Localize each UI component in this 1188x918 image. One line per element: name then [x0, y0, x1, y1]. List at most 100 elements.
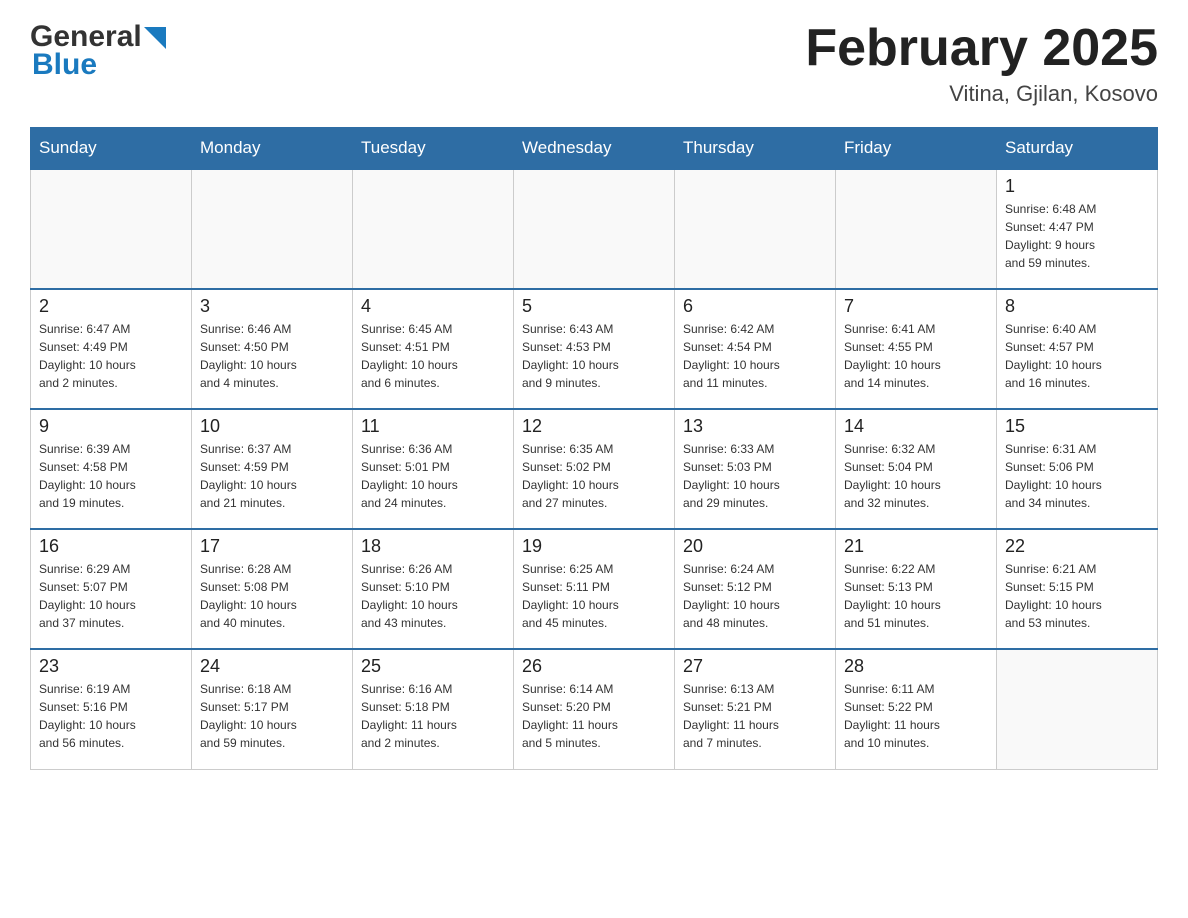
day-number: 19	[522, 536, 666, 557]
day-number: 26	[522, 656, 666, 677]
day-number: 18	[361, 536, 505, 557]
day-info: Sunrise: 6:32 AM Sunset: 5:04 PM Dayligh…	[844, 440, 988, 512]
table-row: 17 Sunrise: 6:28 AM Sunset: 5:08 PM Dayli…	[192, 529, 353, 649]
day-number: 8	[1005, 296, 1149, 317]
table-row	[192, 169, 353, 289]
day-number: 14	[844, 416, 988, 437]
day-info: Sunrise: 6:21 AM Sunset: 5:15 PM Dayligh…	[1005, 560, 1149, 632]
table-row: 14 Sunrise: 6:32 AM Sunset: 5:04 PM Dayli…	[836, 409, 997, 529]
day-info: Sunrise: 6:43 AM Sunset: 4:53 PM Dayligh…	[522, 320, 666, 392]
table-row: 9 Sunrise: 6:39 AM Sunset: 4:58 PM Daylig…	[31, 409, 192, 529]
col-sunday: Sunday	[31, 128, 192, 170]
table-row: 21 Sunrise: 6:22 AM Sunset: 5:13 PM Dayli…	[836, 529, 997, 649]
day-number: 9	[39, 416, 183, 437]
day-info: Sunrise: 6:39 AM Sunset: 4:58 PM Dayligh…	[39, 440, 183, 512]
col-tuesday: Tuesday	[353, 128, 514, 170]
page-header: General Blue February 2025 Vitina, Gjila…	[30, 20, 1158, 107]
col-monday: Monday	[192, 128, 353, 170]
logo: General Blue	[30, 20, 166, 82]
day-number: 13	[683, 416, 827, 437]
table-row: 5 Sunrise: 6:43 AM Sunset: 4:53 PM Daylig…	[514, 289, 675, 409]
table-row: 22 Sunrise: 6:21 AM Sunset: 5:15 PM Dayli…	[997, 529, 1158, 649]
table-row	[997, 649, 1158, 769]
day-number: 5	[522, 296, 666, 317]
table-row: 13 Sunrise: 6:33 AM Sunset: 5:03 PM Dayli…	[675, 409, 836, 529]
day-info: Sunrise: 6:19 AM Sunset: 5:16 PM Dayligh…	[39, 680, 183, 752]
day-number: 4	[361, 296, 505, 317]
day-number: 6	[683, 296, 827, 317]
table-row	[353, 169, 514, 289]
day-info: Sunrise: 6:14 AM Sunset: 5:20 PM Dayligh…	[522, 680, 666, 752]
day-number: 15	[1005, 416, 1149, 437]
table-row: 12 Sunrise: 6:35 AM Sunset: 5:02 PM Dayli…	[514, 409, 675, 529]
day-number: 22	[1005, 536, 1149, 557]
table-row: 19 Sunrise: 6:25 AM Sunset: 5:11 PM Dayli…	[514, 529, 675, 649]
day-info: Sunrise: 6:41 AM Sunset: 4:55 PM Dayligh…	[844, 320, 988, 392]
day-info: Sunrise: 6:29 AM Sunset: 5:07 PM Dayligh…	[39, 560, 183, 632]
col-friday: Friday	[836, 128, 997, 170]
calendar-week-row: 1Sunrise: 6:48 AM Sunset: 4:47 PM Daylig…	[31, 169, 1158, 289]
day-number: 25	[361, 656, 505, 677]
day-info: Sunrise: 6:42 AM Sunset: 4:54 PM Dayligh…	[683, 320, 827, 392]
day-number: 23	[39, 656, 183, 677]
day-number: 17	[200, 536, 344, 557]
day-info: Sunrise: 6:24 AM Sunset: 5:12 PM Dayligh…	[683, 560, 827, 632]
day-info: Sunrise: 6:35 AM Sunset: 5:02 PM Dayligh…	[522, 440, 666, 512]
table-row: 27Sunrise: 6:13 AM Sunset: 5:21 PM Dayli…	[675, 649, 836, 769]
day-info: Sunrise: 6:33 AM Sunset: 5:03 PM Dayligh…	[683, 440, 827, 512]
logo-triangle-icon	[144, 27, 166, 49]
table-row	[836, 169, 997, 289]
day-number: 2	[39, 296, 183, 317]
calendar-table: Sunday Monday Tuesday Wednesday Thursday…	[30, 127, 1158, 770]
table-row: 18 Sunrise: 6:26 AM Sunset: 5:10 PM Dayli…	[353, 529, 514, 649]
day-number: 11	[361, 416, 505, 437]
day-number: 20	[683, 536, 827, 557]
table-row: 23 Sunrise: 6:19 AM Sunset: 5:16 PM Dayli…	[31, 649, 192, 769]
day-info: Sunrise: 6:16 AM Sunset: 5:18 PM Dayligh…	[361, 680, 505, 752]
table-row	[675, 169, 836, 289]
calendar-week-row: 16 Sunrise: 6:29 AM Sunset: 5:07 PM Dayli…	[31, 529, 1158, 649]
calendar-week-row: 9 Sunrise: 6:39 AM Sunset: 4:58 PM Daylig…	[31, 409, 1158, 529]
day-info: Sunrise: 6:26 AM Sunset: 5:10 PM Dayligh…	[361, 560, 505, 632]
table-row: 16 Sunrise: 6:29 AM Sunset: 5:07 PM Dayli…	[31, 529, 192, 649]
table-row: 15Sunrise: 6:31 AM Sunset: 5:06 PM Dayli…	[997, 409, 1158, 529]
day-number: 12	[522, 416, 666, 437]
table-row: 10 Sunrise: 6:37 AM Sunset: 4:59 PM Dayli…	[192, 409, 353, 529]
day-info: Sunrise: 6:28 AM Sunset: 5:08 PM Dayligh…	[200, 560, 344, 632]
table-row: 3Sunrise: 6:46 AM Sunset: 4:50 PM Daylig…	[192, 289, 353, 409]
day-number: 28	[844, 656, 988, 677]
day-number: 7	[844, 296, 988, 317]
table-row: 24 Sunrise: 6:18 AM Sunset: 5:17 PM Dayli…	[192, 649, 353, 769]
day-info: Sunrise: 6:48 AM Sunset: 4:47 PM Dayligh…	[1005, 200, 1149, 272]
table-row: 25 Sunrise: 6:16 AM Sunset: 5:18 PM Dayli…	[353, 649, 514, 769]
location-title: Vitina, Gjilan, Kosovo	[805, 81, 1158, 107]
day-info: Sunrise: 6:37 AM Sunset: 4:59 PM Dayligh…	[200, 440, 344, 512]
day-info: Sunrise: 6:13 AM Sunset: 5:21 PM Dayligh…	[683, 680, 827, 752]
day-info: Sunrise: 6:45 AM Sunset: 4:51 PM Dayligh…	[361, 320, 505, 392]
day-number: 21	[844, 536, 988, 557]
col-wednesday: Wednesday	[514, 128, 675, 170]
day-info: Sunrise: 6:47 AM Sunset: 4:49 PM Dayligh…	[39, 320, 183, 392]
table-row: 28 Sunrise: 6:11 AM Sunset: 5:22 PM Dayli…	[836, 649, 997, 769]
day-info: Sunrise: 6:22 AM Sunset: 5:13 PM Dayligh…	[844, 560, 988, 632]
day-info: Sunrise: 6:18 AM Sunset: 5:17 PM Dayligh…	[200, 680, 344, 752]
table-row: 6 Sunrise: 6:42 AM Sunset: 4:54 PM Daylig…	[675, 289, 836, 409]
logo-blue-text: Blue	[32, 48, 166, 82]
day-info: Sunrise: 6:25 AM Sunset: 5:11 PM Dayligh…	[522, 560, 666, 632]
day-number: 16	[39, 536, 183, 557]
day-number: 3	[200, 296, 344, 317]
table-row	[514, 169, 675, 289]
col-saturday: Saturday	[997, 128, 1158, 170]
day-number: 10	[200, 416, 344, 437]
day-info: Sunrise: 6:11 AM Sunset: 5:22 PM Dayligh…	[844, 680, 988, 752]
table-row: 8 Sunrise: 6:40 AM Sunset: 4:57 PM Daylig…	[997, 289, 1158, 409]
table-row: 4 Sunrise: 6:45 AM Sunset: 4:51 PM Daylig…	[353, 289, 514, 409]
day-info: Sunrise: 6:40 AM Sunset: 4:57 PM Dayligh…	[1005, 320, 1149, 392]
month-title: February 2025	[805, 20, 1158, 77]
day-number: 24	[200, 656, 344, 677]
calendar-header-row: Sunday Monday Tuesday Wednesday Thursday…	[31, 128, 1158, 170]
calendar-week-row: 2 Sunrise: 6:47 AM Sunset: 4:49 PM Daylig…	[31, 289, 1158, 409]
table-row: 1Sunrise: 6:48 AM Sunset: 4:47 PM Daylig…	[997, 169, 1158, 289]
col-thursday: Thursday	[675, 128, 836, 170]
day-info: Sunrise: 6:36 AM Sunset: 5:01 PM Dayligh…	[361, 440, 505, 512]
